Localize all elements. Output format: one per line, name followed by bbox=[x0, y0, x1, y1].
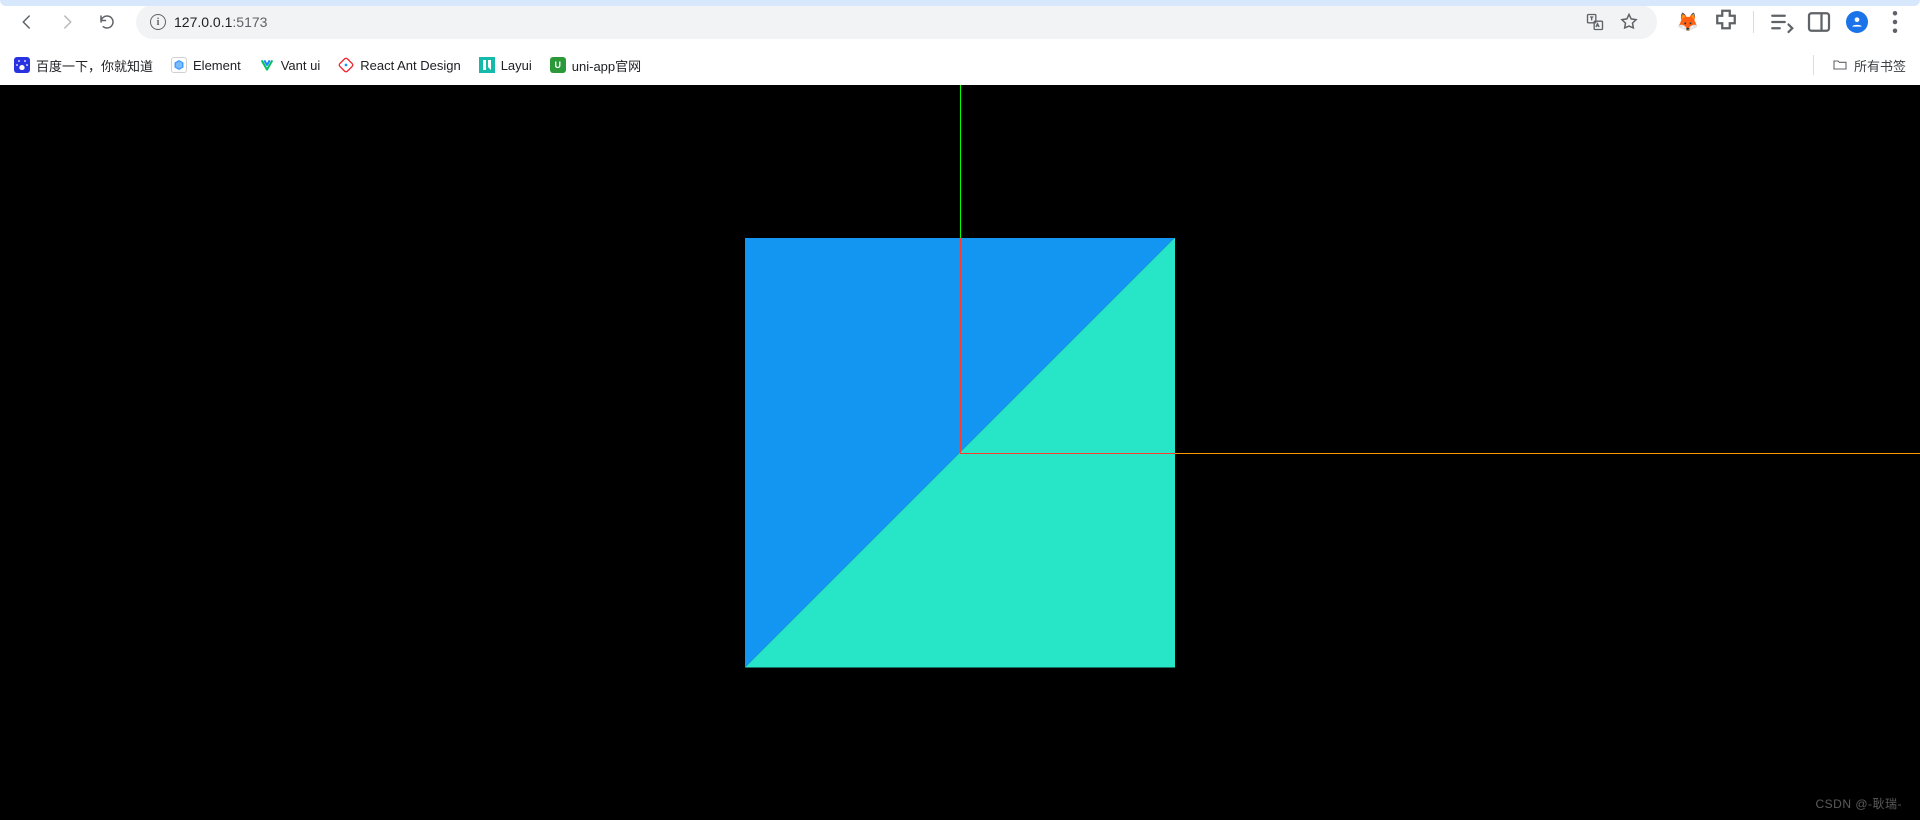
omnibox-actions bbox=[1585, 12, 1643, 32]
favicon-uniapp-icon: U bbox=[550, 57, 566, 73]
favicon-antd-icon bbox=[338, 57, 354, 73]
arrow-left-icon bbox=[18, 13, 36, 31]
bookmarks-bar: 百度一下，你就知道 Element Vant ui React Ant Desi… bbox=[0, 45, 1920, 85]
bookmark-label: 百度一下，你就知道 bbox=[36, 56, 153, 75]
all-bookmarks-button[interactable]: 所有书签 bbox=[1832, 56, 1906, 75]
reload-icon bbox=[98, 13, 116, 31]
folder-icon bbox=[1832, 57, 1848, 73]
rendered-square bbox=[745, 238, 1175, 668]
bookmark-star-icon[interactable] bbox=[1619, 12, 1639, 32]
bookmark-layui[interactable]: Layui bbox=[479, 57, 532, 73]
reload-button[interactable] bbox=[90, 5, 124, 39]
side-panel-icon[interactable] bbox=[1804, 7, 1834, 37]
page-viewport: CSDN @-耿瑞- bbox=[0, 85, 1920, 820]
translate-icon[interactable] bbox=[1585, 12, 1605, 32]
bookmark-label: Layui bbox=[501, 58, 532, 73]
toolbar-divider bbox=[1753, 11, 1754, 33]
site-info-icon[interactable]: i bbox=[150, 14, 166, 30]
arrow-right-icon bbox=[58, 13, 76, 31]
toolbar-right-actions: 🦊 bbox=[1669, 7, 1910, 37]
favicon-layui-icon bbox=[479, 57, 495, 73]
profile-avatar[interactable] bbox=[1842, 7, 1872, 37]
url-text: 127.0.0.1:5173 bbox=[174, 14, 1577, 30]
bookmark-label: Element bbox=[193, 58, 241, 73]
forward-button[interactable] bbox=[50, 5, 84, 39]
favicon-baidu-icon bbox=[14, 57, 30, 73]
favicon-vant-icon bbox=[259, 57, 275, 73]
box-axis-x-line bbox=[960, 453, 1175, 454]
back-button[interactable] bbox=[10, 5, 44, 39]
url-port: :5173 bbox=[232, 14, 267, 30]
bookmark-label: Vant ui bbox=[281, 58, 321, 73]
bookmark-element[interactable]: Element bbox=[171, 57, 241, 73]
box-axis-y-line bbox=[960, 238, 961, 453]
extensions-icon[interactable] bbox=[1711, 7, 1741, 37]
bookmark-label: uni-app官网 bbox=[572, 56, 641, 75]
address-bar[interactable]: i 127.0.0.1:5173 bbox=[136, 5, 1657, 39]
url-host: 127.0.0.1 bbox=[174, 14, 232, 30]
watermark-text: CSDN @-耿瑞- bbox=[1815, 795, 1902, 812]
bookmark-label: React Ant Design bbox=[360, 58, 460, 73]
favicon-element-icon bbox=[171, 57, 187, 73]
browser-toolbar: i 127.0.0.1:5173 🦊 bbox=[0, 0, 1920, 45]
media-control-icon[interactable] bbox=[1766, 7, 1796, 37]
bookmark-antd[interactable]: React Ant Design bbox=[338, 57, 460, 73]
bookmark-baidu[interactable]: 百度一下，你就知道 bbox=[14, 56, 153, 75]
bookmark-vant[interactable]: Vant ui bbox=[259, 57, 321, 73]
chrome-menu-icon[interactable] bbox=[1880, 7, 1910, 37]
bookmark-uniapp[interactable]: U uni-app官网 bbox=[550, 56, 641, 75]
all-bookmarks-label: 所有书签 bbox=[1854, 56, 1906, 75]
bookmarks-divider bbox=[1813, 55, 1814, 75]
extension-metamask-icon[interactable]: 🦊 bbox=[1673, 7, 1703, 37]
